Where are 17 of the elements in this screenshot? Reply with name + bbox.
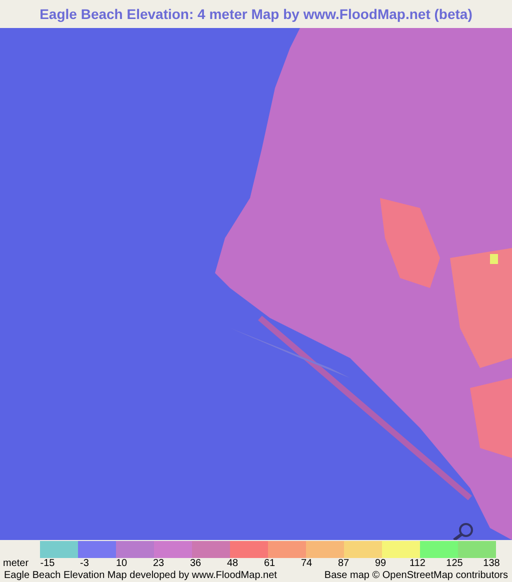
credit-text: Eagle Beach Elevation Map developed by www.FloodMap.net [4, 570, 277, 581]
legend-tick: 87 [336, 558, 350, 570]
legend-tick: 10 [114, 558, 128, 570]
legend-tick: 61 [262, 558, 276, 570]
legend-tick: 23 [152, 558, 166, 570]
legend-tick: 112 [408, 558, 426, 570]
legend-tick: 74 [300, 558, 314, 570]
page-title: Eagle Beach Elevation: 4 meter Map by www.FloodMap.net (beta) [40, 4, 472, 24]
legend-tick: 125 [445, 558, 464, 570]
legend-tick: -15 [39, 558, 56, 570]
legend-tick: 36 [188, 558, 202, 570]
legend-tick: 99 [374, 558, 388, 570]
attribution-text: Base map © OpenStreetMap contributors [324, 570, 508, 581]
legend-tick: 48 [226, 558, 240, 570]
legend-tick: 138 [482, 558, 501, 570]
legend-tick: -3 [79, 558, 90, 570]
legend-unit: meter [3, 558, 29, 570]
